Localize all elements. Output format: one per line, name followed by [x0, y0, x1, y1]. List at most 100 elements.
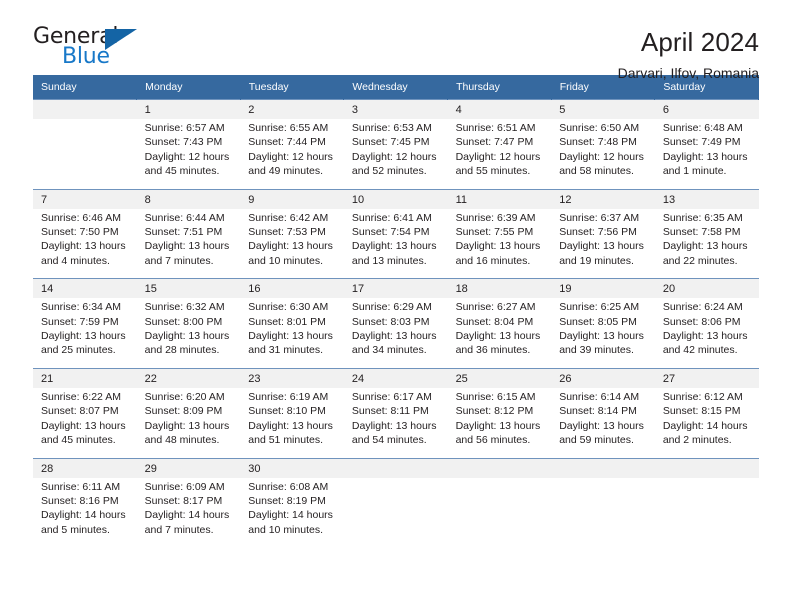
- day-cell[interactable]: Sunrise: 6:51 AM Sunset: 7:47 PM Daylight:…: [447, 119, 552, 190]
- calendar-page: General Blue April 2024 Darvari, Ilfov, …: [0, 0, 792, 612]
- sunrise-text: Sunrise: 6:11 AM: [41, 480, 121, 493]
- day-number[interactable]: 17: [343, 278, 448, 299]
- sunrise-text: Sunrise: 6:44 AM: [144, 211, 225, 224]
- day-number[interactable]: 14: [33, 278, 137, 299]
- day-number[interactable]: 16: [240, 278, 344, 299]
- day-number[interactable]: 20: [654, 278, 759, 299]
- day-number[interactable]: 21: [33, 367, 137, 388]
- sunrise-text: Sunrise: 6:09 AM: [144, 480, 225, 493]
- day-cell[interactable]: Sunrise: 6:20 AM Sunset: 8:09 PM Daylight:…: [136, 387, 241, 458]
- day-cell[interactable]: Sunrise: 6:34 AM Sunset: 7:59 PM Daylight:…: [33, 298, 137, 369]
- day-cell[interactable]: Sunrise: 6:48 AM Sunset: 7:49 PM Daylight:…: [654, 119, 759, 190]
- daylight-text-line1: Daylight: 13 hours: [248, 419, 333, 432]
- day-cell[interactable]: Sunrise: 6:15 AM Sunset: 8:12 PM Daylight:…: [447, 387, 552, 458]
- day-cell[interactable]: Sunrise: 6:25 AM Sunset: 8:05 PM Daylight:…: [551, 298, 655, 369]
- week-daynumber-row: 123456: [33, 99, 759, 119]
- week-daynumber-row: 14 15 16 17 18 19 20: [33, 278, 759, 299]
- day-cell[interactable]: Sunrise: 6:17 AM Sunset: 8:11 PM Daylight:…: [343, 387, 448, 458]
- day-cell[interactable]: Sunrise: 6:53 AM Sunset: 7:45 PM Daylight:…: [343, 119, 448, 190]
- day-cell[interactable]: Sunrise: 6:22 AM Sunset: 8:07 PM Daylight:…: [33, 387, 137, 458]
- day-number[interactable]: 13: [654, 188, 759, 209]
- day-number[interactable]: 12: [551, 188, 655, 209]
- day-number[interactable]: 15: [136, 278, 241, 299]
- day-number[interactable]: 6: [654, 99, 759, 119]
- daylight-text-line1: Daylight: 13 hours: [248, 330, 333, 343]
- daylight-text-line1: Daylight: 12 hours: [144, 150, 230, 163]
- day-cell[interactable]: Sunrise: 6:39 AM Sunset: 7:55 PM Daylight:…: [447, 208, 552, 279]
- day-cell[interactable]: Sunrise: 6:32 AM Sunset: 8:00 PM Daylight:…: [136, 298, 241, 369]
- daylight-text-line1: Daylight: 13 hours: [455, 330, 541, 343]
- daylight-text-line2: and 54 minutes.: [351, 434, 427, 447]
- day-number[interactable]: 19: [551, 278, 655, 299]
- day-number[interactable]: 4: [447, 99, 552, 119]
- day-number[interactable]: 25: [447, 367, 552, 388]
- weekday-header-tuesday: Tuesday: [240, 75, 345, 100]
- day-cell[interactable]: Sunrise: 6:55 AM Sunset: 7:44 PM Daylight:…: [240, 119, 344, 190]
- day-cell[interactable]: Sunrise: 6:57 AM Sunset: 7:43 PM Daylight:…: [136, 119, 241, 190]
- daylight-text-line1: Daylight: 13 hours: [351, 330, 437, 343]
- day-number[interactable]: 10: [343, 188, 448, 209]
- day-cell[interactable]: Sunrise: 6:09 AM Sunset: 8:17 PM Daylight:…: [136, 477, 241, 548]
- day-number[interactable]: 23: [240, 367, 344, 388]
- daylight-text-line2: and 42 minutes.: [662, 344, 738, 357]
- week-detail-row: Sunrise: 6:11 AM Sunset: 8:16 PM Daylight:…: [33, 477, 759, 548]
- day-number[interactable]: 29: [136, 457, 241, 478]
- day-cell[interactable]: Sunrise: 6:42 AM Sunset: 7:53 PM Daylight:…: [240, 208, 344, 279]
- day-number[interactable]: 28: [33, 457, 137, 478]
- day-number[interactable]: 8: [136, 188, 241, 209]
- daylight-text-line2: and 7 minutes.: [144, 254, 214, 267]
- sunrise-text: Sunrise: 6:20 AM: [144, 390, 225, 403]
- sunset-text: Sunset: 8:14 PM: [559, 405, 637, 418]
- day-cell[interactable]: Sunrise: 6:14 AM Sunset: 8:14 PM Daylight:…: [551, 387, 655, 458]
- day-number[interactable]: 11: [447, 188, 552, 209]
- day-number[interactable]: 3: [343, 99, 448, 119]
- day-number[interactable]: 7: [33, 188, 137, 209]
- daylight-text-line1: Daylight: 13 hours: [662, 330, 748, 343]
- daylight-text-line2: and 16 minutes.: [455, 254, 531, 267]
- day-cell[interactable]: Sunrise: 6:50 AM Sunset: 7:48 PM Daylight:…: [551, 119, 655, 190]
- day-number[interactable]: 26: [551, 367, 655, 388]
- day-number-empty: [654, 457, 759, 478]
- day-cell[interactable]: Sunrise: 6:27 AM Sunset: 8:04 PM Daylight:…: [447, 298, 552, 369]
- day-number[interactable]: 5: [551, 99, 655, 119]
- day-number[interactable]: 24: [343, 367, 448, 388]
- daylight-text-line2: and 2 minutes.: [662, 434, 732, 447]
- day-cell[interactable]: Sunrise: 6:44 AM Sunset: 7:51 PM Daylight:…: [136, 208, 241, 279]
- day-cell-empty: [33, 119, 137, 190]
- week-daynumber-row: 7 8 9 10 11 12 13: [33, 188, 759, 209]
- day-number-empty: [343, 457, 448, 478]
- daylight-text-line2: and 52 minutes.: [351, 165, 427, 178]
- sunset-text: Sunset: 7:50 PM: [41, 226, 119, 239]
- day-number[interactable]: 1: [136, 99, 241, 119]
- daylight-text-line2: and 49 minutes.: [248, 165, 323, 178]
- day-number[interactable]: 2: [240, 99, 344, 119]
- day-number[interactable]: 9: [240, 188, 344, 209]
- day-number[interactable]: 22: [136, 367, 241, 388]
- day-cell[interactable]: Sunrise: 6:41 AM Sunset: 7:54 PM Daylight:…: [343, 208, 448, 279]
- day-cell[interactable]: Sunrise: 6:24 AM Sunset: 8:06 PM Daylight:…: [654, 298, 759, 369]
- daylight-text-line2: and 58 minutes.: [559, 165, 634, 178]
- week-detail-row: Sunrise: 6:22 AM Sunset: 8:07 PM Daylight:…: [33, 387, 759, 458]
- day-cell[interactable]: Sunrise: 6:08 AM Sunset: 8:19 PM Daylight:…: [240, 477, 344, 548]
- sunset-text: Sunset: 8:03 PM: [351, 315, 430, 328]
- day-cell[interactable]: Sunrise: 6:12 AM Sunset: 8:15 PM Daylight:…: [654, 387, 759, 458]
- day-cell[interactable]: Sunrise: 6:19 AM Sunset: 8:10 PM Daylight:…: [240, 387, 344, 458]
- sunset-text: Sunset: 8:19 PM: [248, 494, 326, 507]
- day-cell-empty: [654, 477, 759, 548]
- day-number[interactable]: 18: [447, 278, 552, 299]
- daylight-text-line2: and 45 minutes.: [144, 165, 220, 178]
- day-cell[interactable]: Sunrise: 6:30 AM Sunset: 8:01 PM Daylight:…: [240, 298, 344, 369]
- day-cell[interactable]: Sunrise: 6:35 AM Sunset: 7:58 PM Daylight:…: [654, 208, 759, 279]
- day-number[interactable]: 27: [654, 367, 759, 388]
- sunset-text: Sunset: 8:11 PM: [351, 405, 429, 418]
- weekday-header-wednesday: Wednesday: [343, 75, 449, 100]
- sunrise-text: Sunrise: 6:46 AM: [41, 211, 121, 224]
- day-cell[interactable]: Sunrise: 6:11 AM Sunset: 8:16 PM Daylight:…: [33, 477, 137, 548]
- daylight-text-line1: Daylight: 13 hours: [248, 240, 333, 253]
- sunrise-text: Sunrise: 6:48 AM: [662, 122, 743, 134]
- day-cell[interactable]: Sunrise: 6:37 AM Sunset: 7:56 PM Daylight:…: [551, 208, 655, 279]
- day-cell[interactable]: Sunrise: 6:46 AM Sunset: 7:50 PM Daylight:…: [33, 208, 137, 279]
- day-number[interactable]: 30: [240, 457, 344, 478]
- day-cell[interactable]: Sunrise: 6:29 AM Sunset: 8:03 PM Daylight:…: [343, 298, 448, 369]
- daylight-text-line1: Daylight: 12 hours: [559, 150, 644, 163]
